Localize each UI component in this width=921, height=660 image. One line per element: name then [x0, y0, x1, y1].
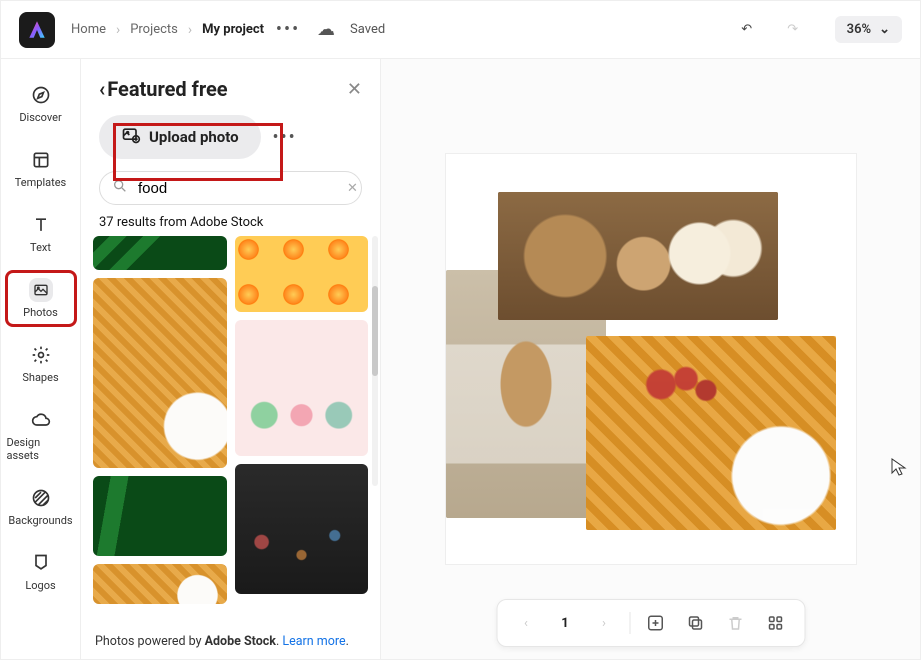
- undo-button[interactable]: ↶: [733, 16, 761, 44]
- compass-icon: [29, 83, 53, 107]
- upload-photo-button[interactable]: Upload photo: [99, 115, 261, 159]
- panel-title-text: Featured free: [107, 77, 227, 101]
- search-input[interactable]: [136, 179, 339, 198]
- text-icon: [29, 213, 53, 237]
- breadcrumb-current[interactable]: My project: [202, 22, 264, 37]
- nav-shapes[interactable]: Shapes: [7, 337, 75, 390]
- nav-label: Shapes: [22, 371, 58, 384]
- chevron-down-icon: ⌄: [879, 22, 890, 37]
- grid-view-button[interactable]: [760, 608, 790, 638]
- template-icon: [29, 148, 53, 172]
- photos-panel: ‹ Featured free ✕ Upload photo ••• ✕: [81, 59, 381, 659]
- artboard[interactable]: [446, 154, 856, 564]
- breadcrumb-home[interactable]: Home: [71, 22, 106, 37]
- nav-design-assets[interactable]: Design assets: [7, 402, 75, 468]
- more-horizontal-icon: •••: [276, 19, 300, 40]
- left-nav: Discover Templates Text Photos Shapes De…: [1, 59, 81, 659]
- delete-page-button[interactable]: [720, 608, 750, 638]
- photo-results: [81, 236, 380, 624]
- cloud-outline-icon: [29, 408, 53, 432]
- stock-photo-thumb[interactable]: [235, 320, 369, 456]
- nav-templates[interactable]: Templates: [7, 142, 75, 195]
- chevron-right-icon: ›: [188, 22, 192, 38]
- hatch-icon: [29, 486, 53, 510]
- more-horizontal-icon: •••: [273, 127, 297, 148]
- nav-text[interactable]: Text: [7, 207, 75, 260]
- undo-icon: ↶: [741, 22, 752, 37]
- canvas-image-waffle[interactable]: [586, 336, 836, 530]
- canvas-image-dimsum[interactable]: [498, 192, 778, 320]
- divider: [629, 612, 630, 634]
- results-count: 37 results from Adobe Stock: [81, 215, 380, 236]
- zoom-value: 36%: [847, 22, 871, 37]
- gear-outline-icon: [29, 343, 53, 367]
- page-toolbar: ‹ 1 ›: [496, 599, 805, 647]
- photo-icon: [29, 278, 53, 302]
- add-page-button[interactable]: [640, 608, 670, 638]
- search-icon: [112, 178, 128, 198]
- chevron-right-icon: ›: [602, 616, 606, 631]
- nav-photos[interactable]: Photos: [7, 272, 75, 325]
- panel-scrollbar[interactable]: [372, 236, 378, 486]
- breadcrumb-projects[interactable]: Projects: [130, 22, 178, 37]
- panel-title: ‹ Featured free: [99, 77, 341, 101]
- save-status-label: Saved: [350, 22, 385, 37]
- upload-more-button[interactable]: •••: [271, 123, 299, 151]
- nav-label: Discover: [19, 111, 61, 124]
- nav-discover[interactable]: Discover: [7, 77, 75, 130]
- project-more-button[interactable]: •••: [274, 16, 302, 44]
- stock-photo-thumb[interactable]: [235, 236, 369, 312]
- nav-backgrounds[interactable]: Backgrounds: [7, 480, 75, 533]
- upload-photo-icon: [121, 125, 141, 149]
- footer-brand: Adobe Stock: [205, 634, 276, 649]
- nav-label: Photos: [23, 306, 58, 319]
- badge-icon: [29, 551, 53, 575]
- chevron-right-icon: ›: [116, 22, 120, 38]
- stock-photo-thumb[interactable]: [93, 476, 227, 556]
- redo-button[interactable]: ↷: [779, 16, 807, 44]
- nav-label: Templates: [15, 176, 66, 189]
- back-button[interactable]: ‹: [99, 77, 105, 101]
- stock-photo-thumb[interactable]: [93, 236, 227, 270]
- top-bar: Home › Projects › My project ••• ☁ Saved…: [1, 1, 920, 59]
- clear-search-button[interactable]: ✕: [347, 181, 358, 196]
- upload-photo-label: Upload photo: [149, 128, 239, 146]
- nav-label: Logos: [25, 579, 55, 592]
- nav-label: Text: [30, 241, 51, 254]
- cloud-icon: ☁: [317, 19, 335, 40]
- stock-photo-thumb[interactable]: [235, 464, 369, 594]
- redo-icon: ↷: [787, 22, 798, 37]
- nav-label: Design assets: [7, 436, 75, 462]
- nav-label: Backgrounds: [8, 514, 72, 527]
- prev-page-button[interactable]: ‹: [511, 608, 541, 638]
- next-page-button[interactable]: ›: [589, 608, 619, 638]
- breadcrumb: Home › Projects › My project: [71, 22, 264, 38]
- chevron-left-icon: ‹: [524, 616, 528, 631]
- app-logo[interactable]: [19, 12, 55, 48]
- stock-photo-thumb[interactable]: [93, 564, 227, 604]
- duplicate-page-button[interactable]: [680, 608, 710, 638]
- save-status: ☁: [312, 16, 340, 44]
- panel-footer: Photos powered by Adobe Stock. Learn mor…: [81, 624, 380, 659]
- search-field[interactable]: ✕: [99, 171, 362, 205]
- stock-photo-thumb[interactable]: [93, 278, 227, 468]
- learn-more-link[interactable]: Learn more: [282, 634, 345, 649]
- page-number: 1: [551, 616, 579, 631]
- footer-text: Photos powered by: [95, 634, 205, 649]
- nav-logos[interactable]: Logos: [7, 545, 75, 598]
- zoom-dropdown[interactable]: 36% ⌄: [835, 16, 902, 43]
- canvas-area: ‹ 1 ›: [381, 59, 920, 659]
- close-panel-button[interactable]: ✕: [347, 79, 362, 100]
